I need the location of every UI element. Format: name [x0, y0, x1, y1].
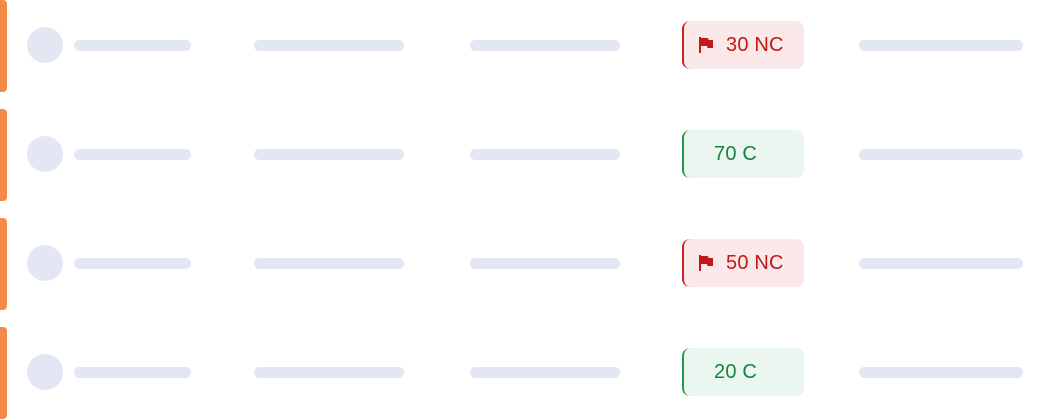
column-2-placeholder [254, 149, 404, 160]
status-text: 50 NC [726, 251, 784, 274]
name-placeholder [74, 367, 191, 378]
row-accent-bar [0, 109, 7, 201]
column-2-placeholder [254, 258, 404, 269]
status-badge-compliant: 70 C [682, 130, 804, 178]
name-placeholder [74, 149, 191, 160]
row-accent-bar [0, 218, 7, 310]
status-text: 20 C [714, 360, 758, 383]
status-badge-non-compliant: 50 NC [682, 239, 804, 287]
list-row[interactable]: 30 NC [0, 0, 1050, 92]
column-5-placeholder [859, 367, 1023, 378]
status-badge-non-compliant: 30 NC [682, 21, 804, 69]
column-5-placeholder [859, 40, 1023, 51]
avatar-placeholder [27, 354, 63, 390]
status-badge-compliant: 20 C [682, 348, 804, 396]
column-3-placeholder [470, 258, 620, 269]
avatar-placeholder [27, 27, 63, 63]
column-2-placeholder [254, 40, 404, 51]
list-row[interactable]: 70 C [0, 109, 1050, 201]
row-accent-bar [0, 0, 7, 92]
compliance-list: 30 NC 70 C 50 NC 20 C [0, 0, 1050, 420]
list-row[interactable]: 50 NC [0, 218, 1050, 310]
name-placeholder [74, 258, 191, 269]
flag-icon [696, 35, 716, 55]
row-accent-bar [0, 327, 7, 419]
column-3-placeholder [470, 367, 620, 378]
column-5-placeholder [859, 149, 1023, 160]
column-2-placeholder [254, 367, 404, 378]
avatar-placeholder [27, 136, 63, 172]
column-3-placeholder [470, 149, 620, 160]
column-5-placeholder [859, 258, 1023, 269]
flag-icon [696, 253, 716, 273]
list-row[interactable]: 20 C [0, 327, 1050, 419]
avatar-placeholder [27, 245, 63, 281]
status-text: 30 NC [726, 33, 784, 56]
column-3-placeholder [470, 40, 620, 51]
status-text: 70 C [714, 142, 758, 165]
name-placeholder [74, 40, 191, 51]
